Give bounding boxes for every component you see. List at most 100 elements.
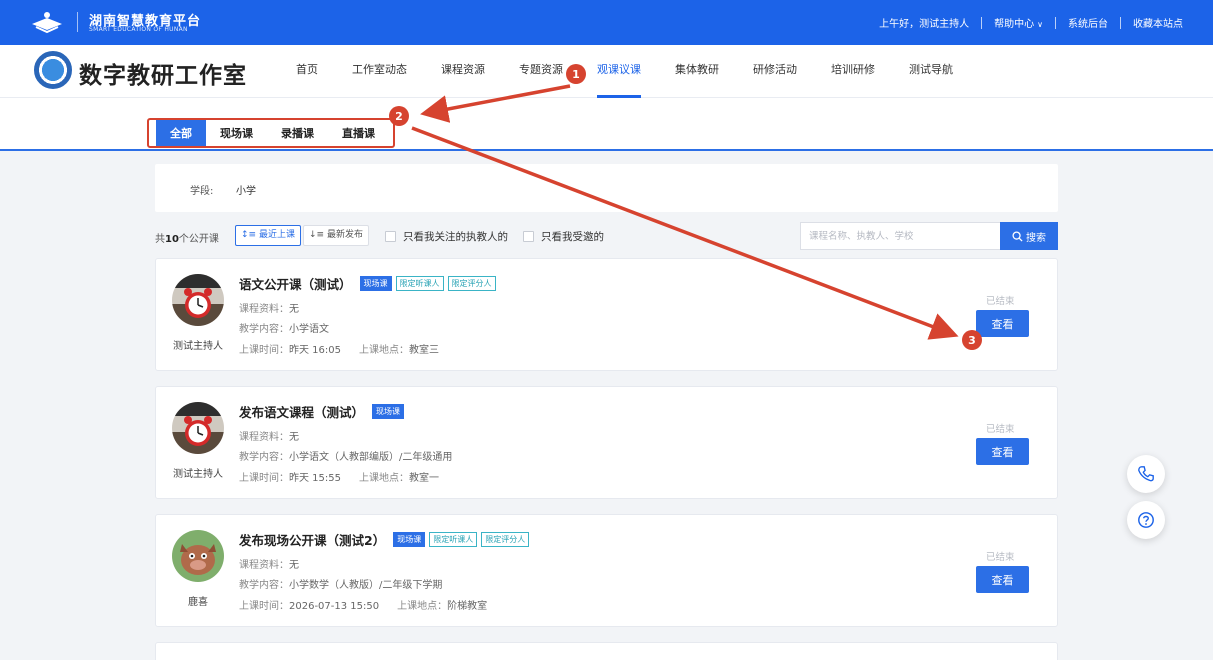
admin-link[interactable]: 系统后台 [1068, 15, 1108, 30]
teacher-avatar[interactable] [172, 402, 224, 454]
help-center-label: 帮助中心 [994, 19, 1035, 30]
meta-value: 无 [289, 304, 299, 315]
nav-item-topic-resources[interactable]: 专题资源 [519, 45, 563, 98]
status-label: 已结束 [986, 424, 1015, 435]
tag-restricted-reviewer: 限定评分人 [447, 276, 496, 291]
tag-restricted-audience: 限定听课人 [395, 276, 444, 291]
sub-tab-band: 全部 现场课 录播课 直播课 [0, 98, 1213, 151]
search-icon [1012, 230, 1023, 242]
nav-item-studio-news[interactable]: 工作室动态 [352, 45, 407, 98]
invited-filter-label: 只看我受邀的 [541, 231, 604, 243]
site-header: 数字教研工作室 首页 工作室动态 课程资源 专题资源 观课议课 集体教研 研修活… [0, 45, 1213, 98]
meta-value: 教室三 [409, 345, 439, 356]
alarm-clock-icon [172, 402, 224, 454]
course-schedule: 上课时间：昨天 16:05 上课地点：教室三 [239, 341, 439, 356]
nav-item-home[interactable]: 首页 [296, 45, 318, 98]
platform-name-en: SMART EDUCATION OF HUNAN [89, 26, 188, 33]
phone-icon [1138, 466, 1154, 482]
tag-onsite: 现场课 [372, 404, 405, 419]
divider [1120, 16, 1121, 29]
platform-logo-icon [32, 12, 62, 34]
nav-item-lesson-observation[interactable]: 观课议课 [597, 45, 641, 98]
filter-panel: 学段: 小学 [155, 164, 1058, 212]
view-button[interactable]: 查看 [976, 438, 1029, 465]
tab-onsite[interactable]: 现场课 [206, 120, 267, 148]
course-content: 教学内容：小学语文（人教部编版）/二年级通用 [239, 448, 452, 463]
help-button[interactable] [1127, 501, 1165, 539]
nav-item-test-nav[interactable]: 测试导航 [909, 45, 953, 98]
divider [1055, 16, 1056, 29]
studio-logo-icon[interactable] [34, 51, 72, 89]
sort-icon: ↓≡ [309, 230, 327, 240]
meta-key: 上课地点： [359, 345, 409, 356]
meta-value: 小学语文（人教部编版）/二年级通用 [289, 452, 453, 463]
meta-value: 小学数学（人教版）/二年级下学期 [289, 580, 443, 591]
teacher-avatar[interactable] [172, 274, 224, 326]
list-toolbar: 共10个公开课 ↕≡ 最近上课 ↓≡ 最新发布 只看我关注的执教人的 只看我受邀… [155, 222, 1058, 250]
tag-restricted-reviewer: 限定评分人 [481, 532, 530, 547]
course-title[interactable]: 发布语文课程（测试） [239, 402, 364, 421]
course-title[interactable]: 语文公开课（测试） [239, 274, 352, 293]
tag-onsite: 现场课 [359, 276, 392, 291]
status-label: 已结束 [986, 296, 1015, 307]
meta-value: 教室一 [409, 473, 439, 484]
nav-item-training[interactable]: 培训研修 [831, 45, 875, 98]
meta-key: 课程资料： [239, 304, 289, 315]
course-material: 课程资料：无 [239, 428, 299, 443]
stage-option-primary[interactable]: 小学 [236, 182, 256, 197]
search-button[interactable]: 搜索 [1000, 222, 1058, 250]
alarm-clock-icon [172, 274, 224, 326]
meta-value: 无 [289, 560, 299, 571]
sort-recent-button[interactable]: ↕≡ 最近上课 [235, 225, 301, 246]
course-card: 测试主持人 语文公开课（测试） 现场课 限定听课人 限定评分人 课程资料：无 教… [155, 258, 1058, 371]
view-button[interactable]: 查看 [976, 310, 1029, 337]
meta-key: 上课地点： [359, 473, 409, 484]
view-button[interactable]: 查看 [976, 566, 1029, 593]
site-title[interactable]: 数字教研工作室 [79, 56, 247, 90]
total-prefix: 共 [155, 234, 165, 245]
search-button-label: 搜索 [1026, 232, 1046, 244]
nav-item-research-activities[interactable]: 研修活动 [753, 45, 797, 98]
sort-recent-label: 最近上课 [258, 230, 295, 240]
meta-key: 教学内容： [239, 324, 289, 335]
tab-recorded[interactable]: 录播课 [267, 120, 328, 148]
meta-key: 上课时间： [239, 473, 289, 484]
sort-new-button[interactable]: ↓≡ 最新发布 [303, 225, 369, 246]
meta-key: 教学内容： [239, 580, 289, 591]
course-card: 鹿喜 发布现场公开课（测试2） 现场课 限定听课人 限定评分人 课程资料：无 教… [155, 514, 1058, 627]
follow-filter-checkbox[interactable]: 只看我关注的执教人的 [385, 229, 508, 244]
tag-onsite: 现场课 [393, 532, 426, 547]
total-number: 10 [165, 234, 179, 245]
checkbox-box[interactable] [523, 231, 534, 242]
course-title[interactable]: 发布现场公开课（测试2） [239, 530, 385, 549]
course-card: 测试主持人 发布语文课程（测试） 现场课 课程资料：无 教学内容：小学语文（人教… [155, 386, 1058, 499]
status-label: 已结束 [986, 552, 1015, 563]
sort-icon: ↕≡ [241, 230, 259, 240]
phone-support-button[interactable] [1127, 455, 1165, 493]
nav-item-course-resources[interactable]: 课程资源 [441, 45, 485, 98]
meta-value: 2026-07-13 15:50 [289, 601, 380, 612]
course-material: 课程资料：无 [239, 300, 299, 315]
search-input[interactable] [800, 222, 1000, 250]
teacher-avatar[interactable] [172, 530, 224, 582]
tab-all[interactable]: 全部 [156, 120, 206, 148]
meta-key: 上课地点： [397, 601, 448, 612]
total-suffix: 个公开课 [178, 234, 219, 245]
greeting: 上午好，测试主持人 [879, 19, 970, 30]
divider [981, 16, 983, 29]
meta-key: 上课时间： [239, 345, 289, 356]
teacher-name: 鹿喜 [188, 597, 208, 608]
meta-value: 无 [289, 432, 299, 443]
meta-value: 昨天 15:55 [289, 473, 341, 484]
top-bar: 湖南智慧教育平台 SMART EDUCATION OF HUNAN 上午好，测试… [0, 0, 1213, 45]
divider [77, 12, 78, 32]
tab-live[interactable]: 直播课 [328, 120, 389, 148]
help-center-menu[interactable]: 帮助中心 ∨ [994, 15, 1043, 30]
course-content: 教学内容：小学数学（人教版）/二年级下学期 [239, 576, 442, 591]
bookmark-link[interactable]: 收藏本站点 [1133, 15, 1183, 30]
checkbox-box[interactable] [385, 231, 396, 242]
invited-filter-checkbox[interactable]: 只看我受邀的 [523, 229, 604, 244]
teacher-name: 测试主持人 [173, 341, 223, 352]
nav-item-collective-research[interactable]: 集体教研 [675, 45, 719, 98]
course-card-partial [155, 642, 1058, 660]
